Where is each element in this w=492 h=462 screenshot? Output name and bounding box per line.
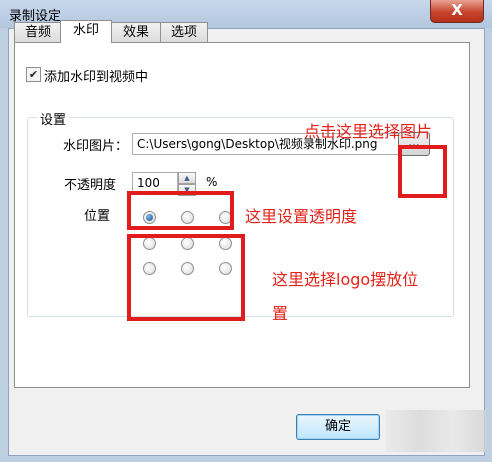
settings-group-title: 设置 [37, 109, 70, 128]
browse-highlight-box [398, 145, 447, 198]
watermark-image-label: 水印图片： [63, 139, 129, 154]
tab-audio[interactable]: 音频 [14, 22, 62, 42]
position-annotation-line2: 置 [272, 304, 289, 323]
blurred-watermark-region [386, 410, 486, 452]
opacity-annotation: 这里设置透明度 [245, 207, 358, 226]
position-annotation-line1: 这里选择logo摆放位 [272, 270, 419, 289]
position-label: 位置 [84, 209, 111, 224]
add-watermark-label[interactable]: 添加水印到视频中 [44, 66, 148, 85]
dialog-window: 录制设定 X 音频 水印 效果 选项 ✔ 添加水印到视频中 设置 水印图片： C… [0, 0, 492, 462]
add-watermark-checkbox[interactable]: ✔ [26, 67, 41, 82]
tab-watermark[interactable]: 水印 [60, 20, 112, 43]
tab-effects[interactable]: 效果 [110, 22, 162, 42]
opacity-label: 不透明度 [64, 178, 117, 193]
tab-options[interactable]: 选项 [160, 22, 208, 42]
position-highlight-box [127, 234, 245, 321]
opacity-highlight-box [127, 191, 234, 230]
browse-annotation: 点击这里选择图片 [304, 122, 433, 141]
ok-button[interactable]: 确定 [296, 414, 380, 440]
spin-up-icon[interactable]: ▲ [178, 172, 196, 184]
opacity-unit: % [206, 175, 218, 189]
close-button[interactable]: X [430, 0, 484, 23]
